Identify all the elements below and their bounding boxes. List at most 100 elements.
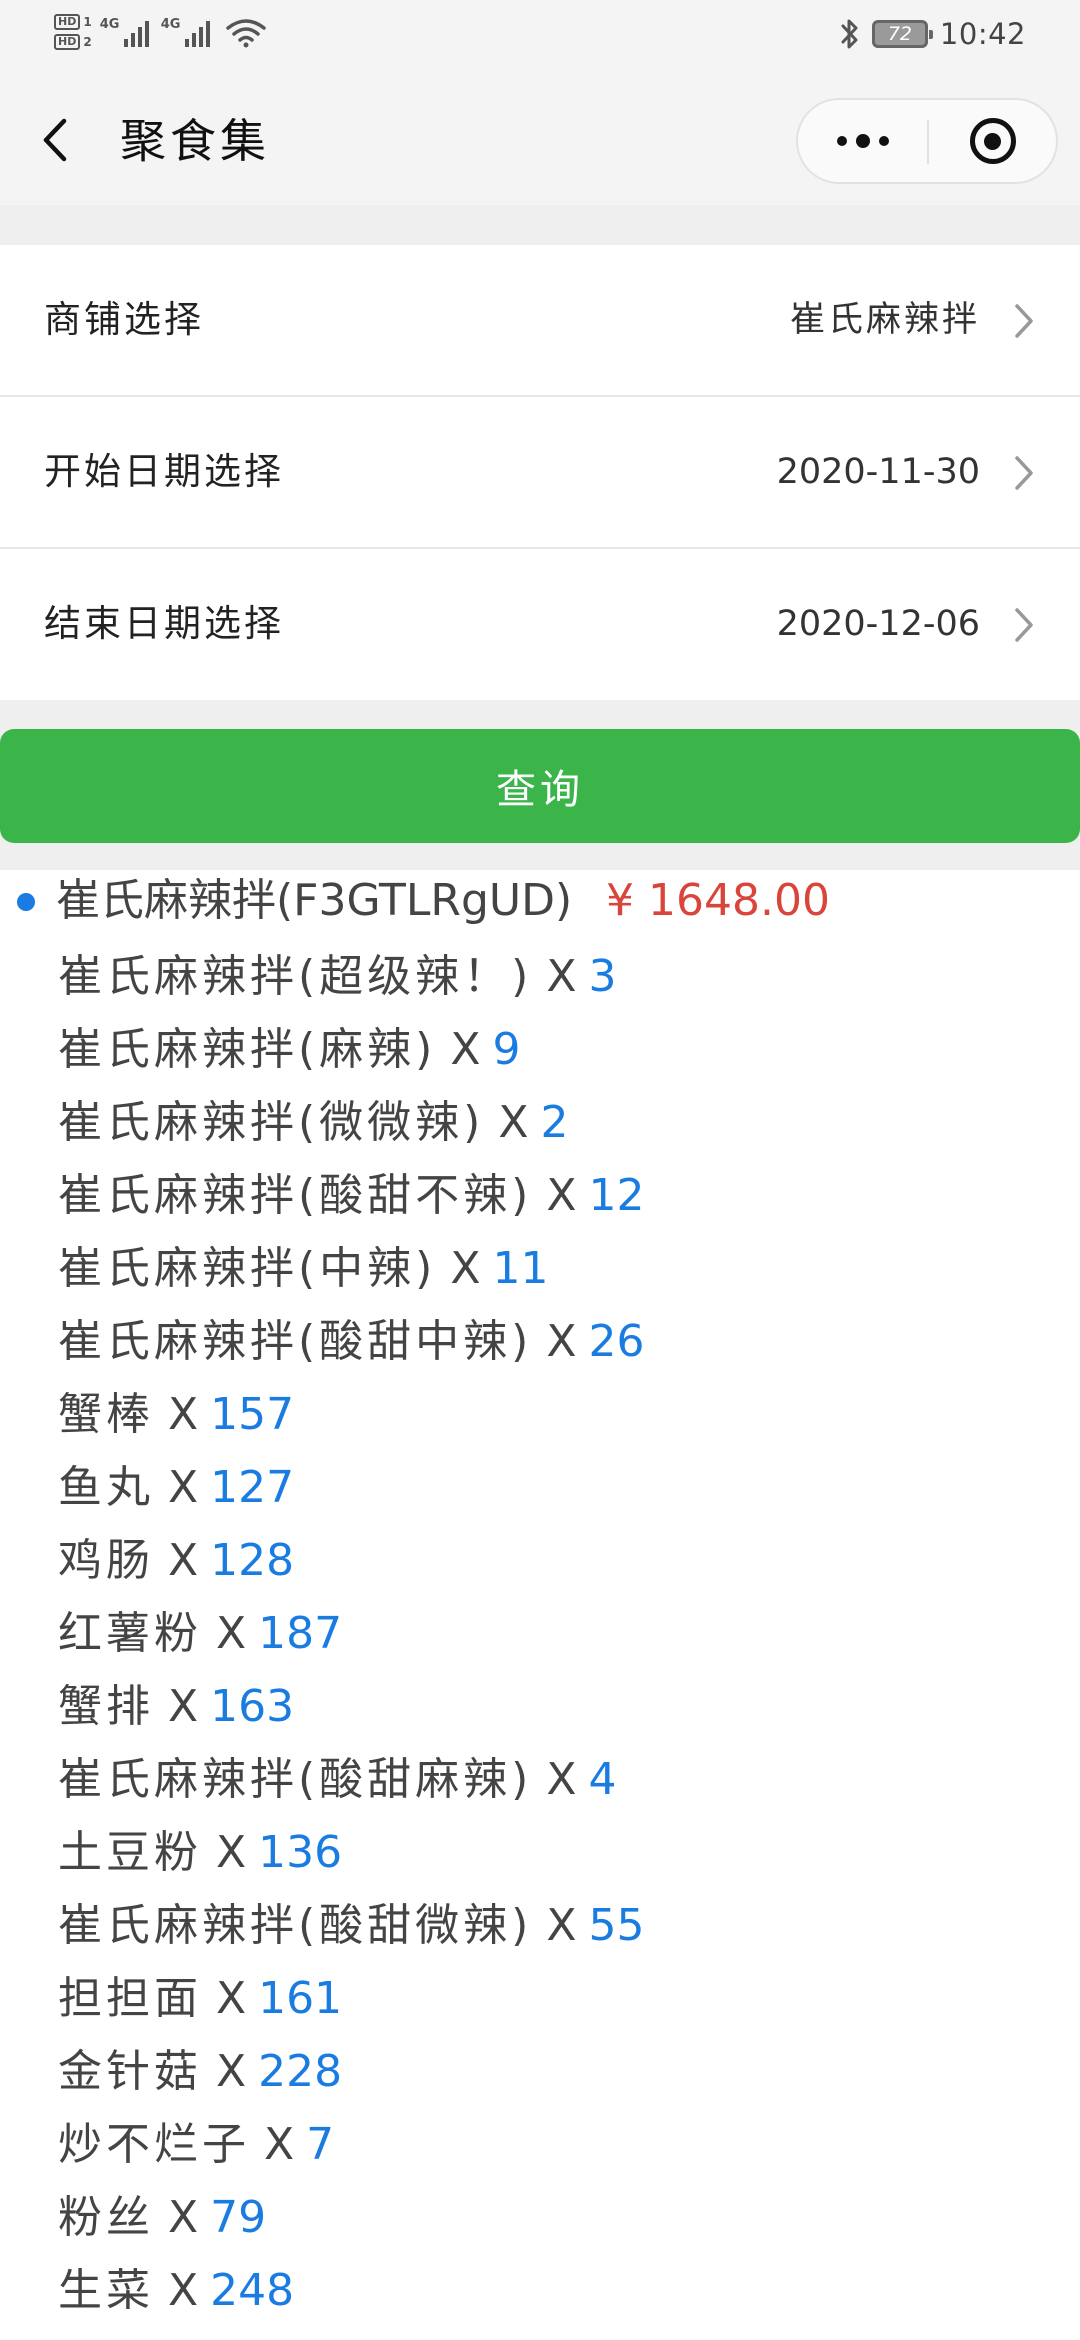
item-quantity: 9 [492,1024,521,1075]
item-name: 炒不烂子 [58,2119,250,2170]
item-multiplier: X [216,2046,247,2097]
end-date-row[interactable]: 结束日期选择 2020-12-06 [0,549,1080,701]
item-name: 崔氏麻辣拌(酸甜不辣) [58,1170,533,1221]
item-quantity: 55 [588,1900,645,1951]
start-date-label: 开始日期选择 [44,450,284,493]
list-item: 鱼丸 X 127 [58,1451,645,1524]
list-item: 炒不烂子 X 7 [58,2108,645,2181]
more-dot-icon [878,136,889,146]
item-quantity: 228 [258,2046,343,2097]
close-mini-program-button[interactable] [929,100,1056,182]
query-form: 商铺选择 崔氏麻辣拌 开始日期选择 2020-11-30 结束日期选择 2020… [0,245,1080,701]
shop-select-value: 崔氏麻辣拌 [789,300,980,340]
hd2-badge: HD [54,34,81,50]
list-item: 蟹排 X 163 [58,1670,645,1743]
item-multiplier: X [546,1754,577,1805]
item-multiplier: X [168,1535,199,1586]
result-total: ¥ 1648.00 [606,875,830,926]
list-item: 担担面 X 161 [58,1962,645,2035]
item-multiplier: X [498,1097,529,1148]
item-quantity: 79 [210,2192,267,2243]
item-name: 蟹棒 [58,1389,154,1440]
more-dot-icon [855,134,870,148]
bullet-dot-icon [17,893,35,911]
item-name: 鱼丸 [58,1462,154,1513]
start-date-row[interactable]: 开始日期选择 2020-11-30 [0,397,1080,549]
item-name: 粉丝 [58,2192,154,2243]
item-quantity: 2 [540,1097,569,1148]
network-type-2: 4G [160,17,181,32]
item-quantity: 163 [210,1681,295,1732]
item-quantity: 11 [492,1243,549,1294]
signal-icon-sim2: 4G [160,13,210,51]
item-multiplier: X [546,951,577,1002]
item-multiplier: X [450,1243,481,1294]
chevron-right-icon [1012,453,1036,493]
query-button[interactable]: 查询 [0,729,1080,843]
list-item: 崔氏麻辣拌(酸甜麻辣) X 4 [58,1743,645,1816]
item-quantity: 187 [258,1608,343,1659]
item-quantity: 4 [588,1754,617,1805]
status-right: 72 10:42 [840,17,1026,51]
shop-select-row[interactable]: 商铺选择 崔氏麻辣拌 [0,245,1080,397]
battery-icon: 72 [871,20,933,48]
item-quantity: 3 [588,951,617,1002]
battery-level: 72 [887,22,913,45]
status-bar: HD 1 HD 2 4G 4G 72 10:42 [0,0,1080,75]
hd1-badge: HD [54,14,81,30]
hd-indicators: HD 1 HD 2 [54,14,92,50]
item-multiplier: X [546,1900,577,1951]
list-item: 红薯粉 X 187 [58,1597,645,1670]
item-multiplier: X [450,1024,481,1075]
list-item: 金针菇 X 228 [58,2035,645,2108]
result-shop-name: 崔氏麻辣拌(F3GTLRgUD) [56,875,573,926]
item-multiplier: X [168,2192,199,2243]
item-quantity: 7 [306,2119,335,2170]
more-button[interactable] [798,100,927,182]
item-name: 崔氏麻辣拌(微微辣) [58,1097,485,1148]
item-name: 崔氏麻辣拌(酸甜麻辣) [58,1754,533,1805]
item-quantity: 128 [210,1535,295,1586]
item-name: 土豆粉 [58,1827,202,1878]
end-date-label: 结束日期选择 [44,602,284,645]
page-title: 聚食集 [120,114,270,168]
item-name: 金针菇 [58,2046,202,2097]
item-name: 崔氏麻辣拌(酸甜中辣) [58,1316,533,1367]
item-name: 红薯粉 [58,1608,202,1659]
target-icon [969,118,1016,164]
item-name: 鸡肠 [58,1535,154,1586]
network-type-1: 4G [99,17,120,32]
item-multiplier: X [168,1462,199,1513]
item-name: 担担面 [58,1973,202,2024]
list-item: 崔氏麻辣拌(酸甜中辣) X 26 [58,1305,645,1378]
list-item: 生菜 X 248 [58,2254,645,2327]
item-quantity: 136 [258,1827,343,1878]
hd1-num: 1 [83,15,92,29]
wifi-icon [225,18,266,52]
mini-program-capsule [796,98,1058,184]
item-multiplier: X [168,1389,199,1440]
item-quantity: 248 [210,2265,295,2316]
list-item: 崔氏麻辣拌(超级辣！) X 3 [58,940,645,1013]
item-multiplier: X [168,1681,199,1732]
chevron-right-icon [1012,301,1036,341]
item-quantity: 26 [588,1316,645,1367]
section-gap [0,205,1080,245]
back-icon[interactable] [38,115,78,165]
status-left: HD 1 HD 2 4G 4G [54,12,266,52]
item-multiplier: X [216,1973,247,2024]
item-name: 崔氏麻辣拌(超级辣！) [58,951,533,1002]
signal-icon-sim1: 4G [99,13,149,51]
result-items: 崔氏麻辣拌(超级辣！) X 3 崔氏麻辣拌(麻辣) X 9 崔氏麻辣拌(微微辣) X 2 崔氏麻辣… [58,940,645,2327]
item-quantity: 12 [588,1170,645,1221]
end-date-value: 2020-12-06 [776,604,980,644]
list-item: 蟹棒 X 157 [58,1378,645,1451]
item-multiplier: X [546,1316,577,1367]
item-name: 崔氏麻辣拌(中辣) [58,1243,437,1294]
item-multiplier: X [216,1827,247,1878]
item-multiplier: X [264,2119,295,2170]
bluetooth-icon [840,17,860,51]
shop-select-label: 商铺选择 [44,298,204,341]
list-item: 土豆粉 X 136 [58,1816,645,1889]
item-multiplier: X [546,1170,577,1221]
